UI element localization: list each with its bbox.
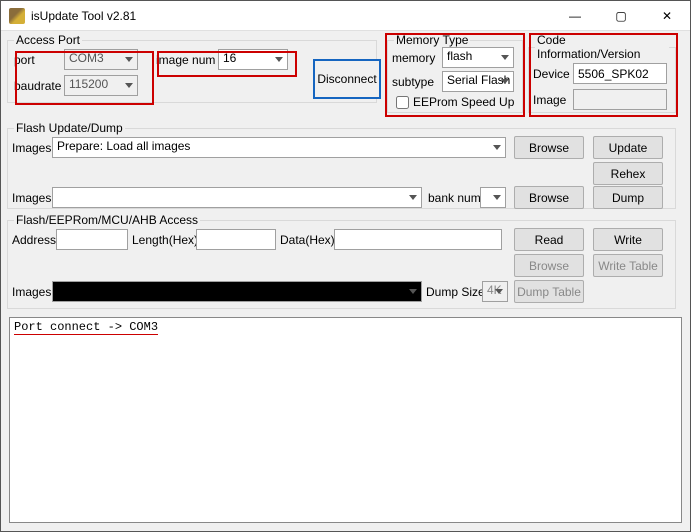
images1-label: Images xyxy=(12,141,51,155)
update-button[interactable]: Update xyxy=(593,136,663,159)
code-info-group: Code Information/Version Device Image xyxy=(528,33,676,113)
subtype-label: subtype xyxy=(392,75,434,89)
data-field[interactable] xyxy=(334,229,502,250)
flash-update-legend: Flash Update/Dump xyxy=(14,121,125,135)
close-button[interactable]: ✕ xyxy=(644,1,690,31)
address-label: Address xyxy=(12,233,56,247)
address-field[interactable] xyxy=(56,229,128,250)
baudrate-combo[interactable]: 115200 xyxy=(64,75,138,96)
memory-label: memory xyxy=(392,51,435,65)
image-num-label: image num xyxy=(156,53,215,67)
app-icon xyxy=(9,8,25,24)
access-port-legend: Access Port xyxy=(14,33,82,47)
flash-access-group: Flash/EEPRom/MCU/AHB Access Address Leng… xyxy=(7,213,676,309)
images-access-combo[interactable] xyxy=(52,281,422,302)
images1-combo[interactable]: Prepare: Load all images xyxy=(52,137,506,158)
memory-type-group: Memory Type memory flash subtype Serial … xyxy=(387,33,523,113)
subtype-combo[interactable]: Serial Flash xyxy=(442,71,514,92)
browse2-button[interactable]: Browse xyxy=(514,186,584,209)
bank-num-combo[interactable] xyxy=(480,187,506,208)
log-line: Port connect -> COM3 xyxy=(14,320,158,335)
length-label: Length(Hex) xyxy=(132,233,198,247)
dump-button[interactable]: Dump xyxy=(593,186,663,209)
length-field[interactable] xyxy=(196,229,276,250)
port-label: port xyxy=(14,53,35,67)
flash-access-legend: Flash/EEPRom/MCU/AHB Access xyxy=(14,213,200,227)
browse-access-button[interactable]: Browse xyxy=(514,254,584,277)
app-window: isUpdate Tool v2.81 — ▢ ✕ Access Port po… xyxy=(0,0,691,532)
bank-num-label: bank num xyxy=(428,191,481,205)
baudrate-label: baudrate xyxy=(14,79,61,93)
memory-type-legend: Memory Type xyxy=(394,33,470,47)
write-button[interactable]: Write xyxy=(593,228,663,251)
image-num-combo[interactable]: 16 xyxy=(218,49,288,70)
rehex-button[interactable]: Rehex xyxy=(593,162,663,185)
images2-label: Images xyxy=(12,191,51,205)
data-label: Data(Hex) xyxy=(280,233,335,247)
device-field[interactable] xyxy=(573,63,667,84)
eeprom-speedup-input[interactable] xyxy=(396,96,409,109)
device-label: Device xyxy=(533,67,570,81)
dump-size-combo[interactable]: 4K xyxy=(482,281,508,302)
window-title: isUpdate Tool v2.81 xyxy=(31,9,136,23)
content-area: Access Port port COM3 baudrate 115200 im… xyxy=(1,31,690,531)
images-access-label: Images xyxy=(12,285,51,299)
eeprom-speedup-checkbox[interactable]: EEProm Speed Up xyxy=(396,95,514,109)
log-console[interactable]: Port connect -> COM3 xyxy=(9,317,682,523)
browse1-button[interactable]: Browse xyxy=(514,136,584,159)
port-combo[interactable]: COM3 xyxy=(64,49,138,70)
write-table-button[interactable]: Write Table xyxy=(593,254,663,277)
code-info-legend: Code Information/Version xyxy=(535,33,669,61)
eeprom-speedup-label: EEProm Speed Up xyxy=(413,95,514,109)
flash-update-group: Flash Update/Dump Images Prepare: Load a… xyxy=(7,121,676,209)
dump-table-button[interactable]: Dump Table xyxy=(514,280,584,303)
minimize-button[interactable]: — xyxy=(552,1,598,31)
image-label: Image xyxy=(533,93,566,107)
maximize-button[interactable]: ▢ xyxy=(598,1,644,31)
dump-size-label: Dump Size xyxy=(426,285,485,299)
memory-combo[interactable]: flash xyxy=(442,47,514,68)
read-button[interactable]: Read xyxy=(514,228,584,251)
disconnect-button[interactable]: Disconnect xyxy=(313,59,381,99)
images2-combo[interactable] xyxy=(52,187,422,208)
image-field[interactable] xyxy=(573,89,667,110)
titlebar: isUpdate Tool v2.81 — ▢ ✕ xyxy=(1,1,690,31)
